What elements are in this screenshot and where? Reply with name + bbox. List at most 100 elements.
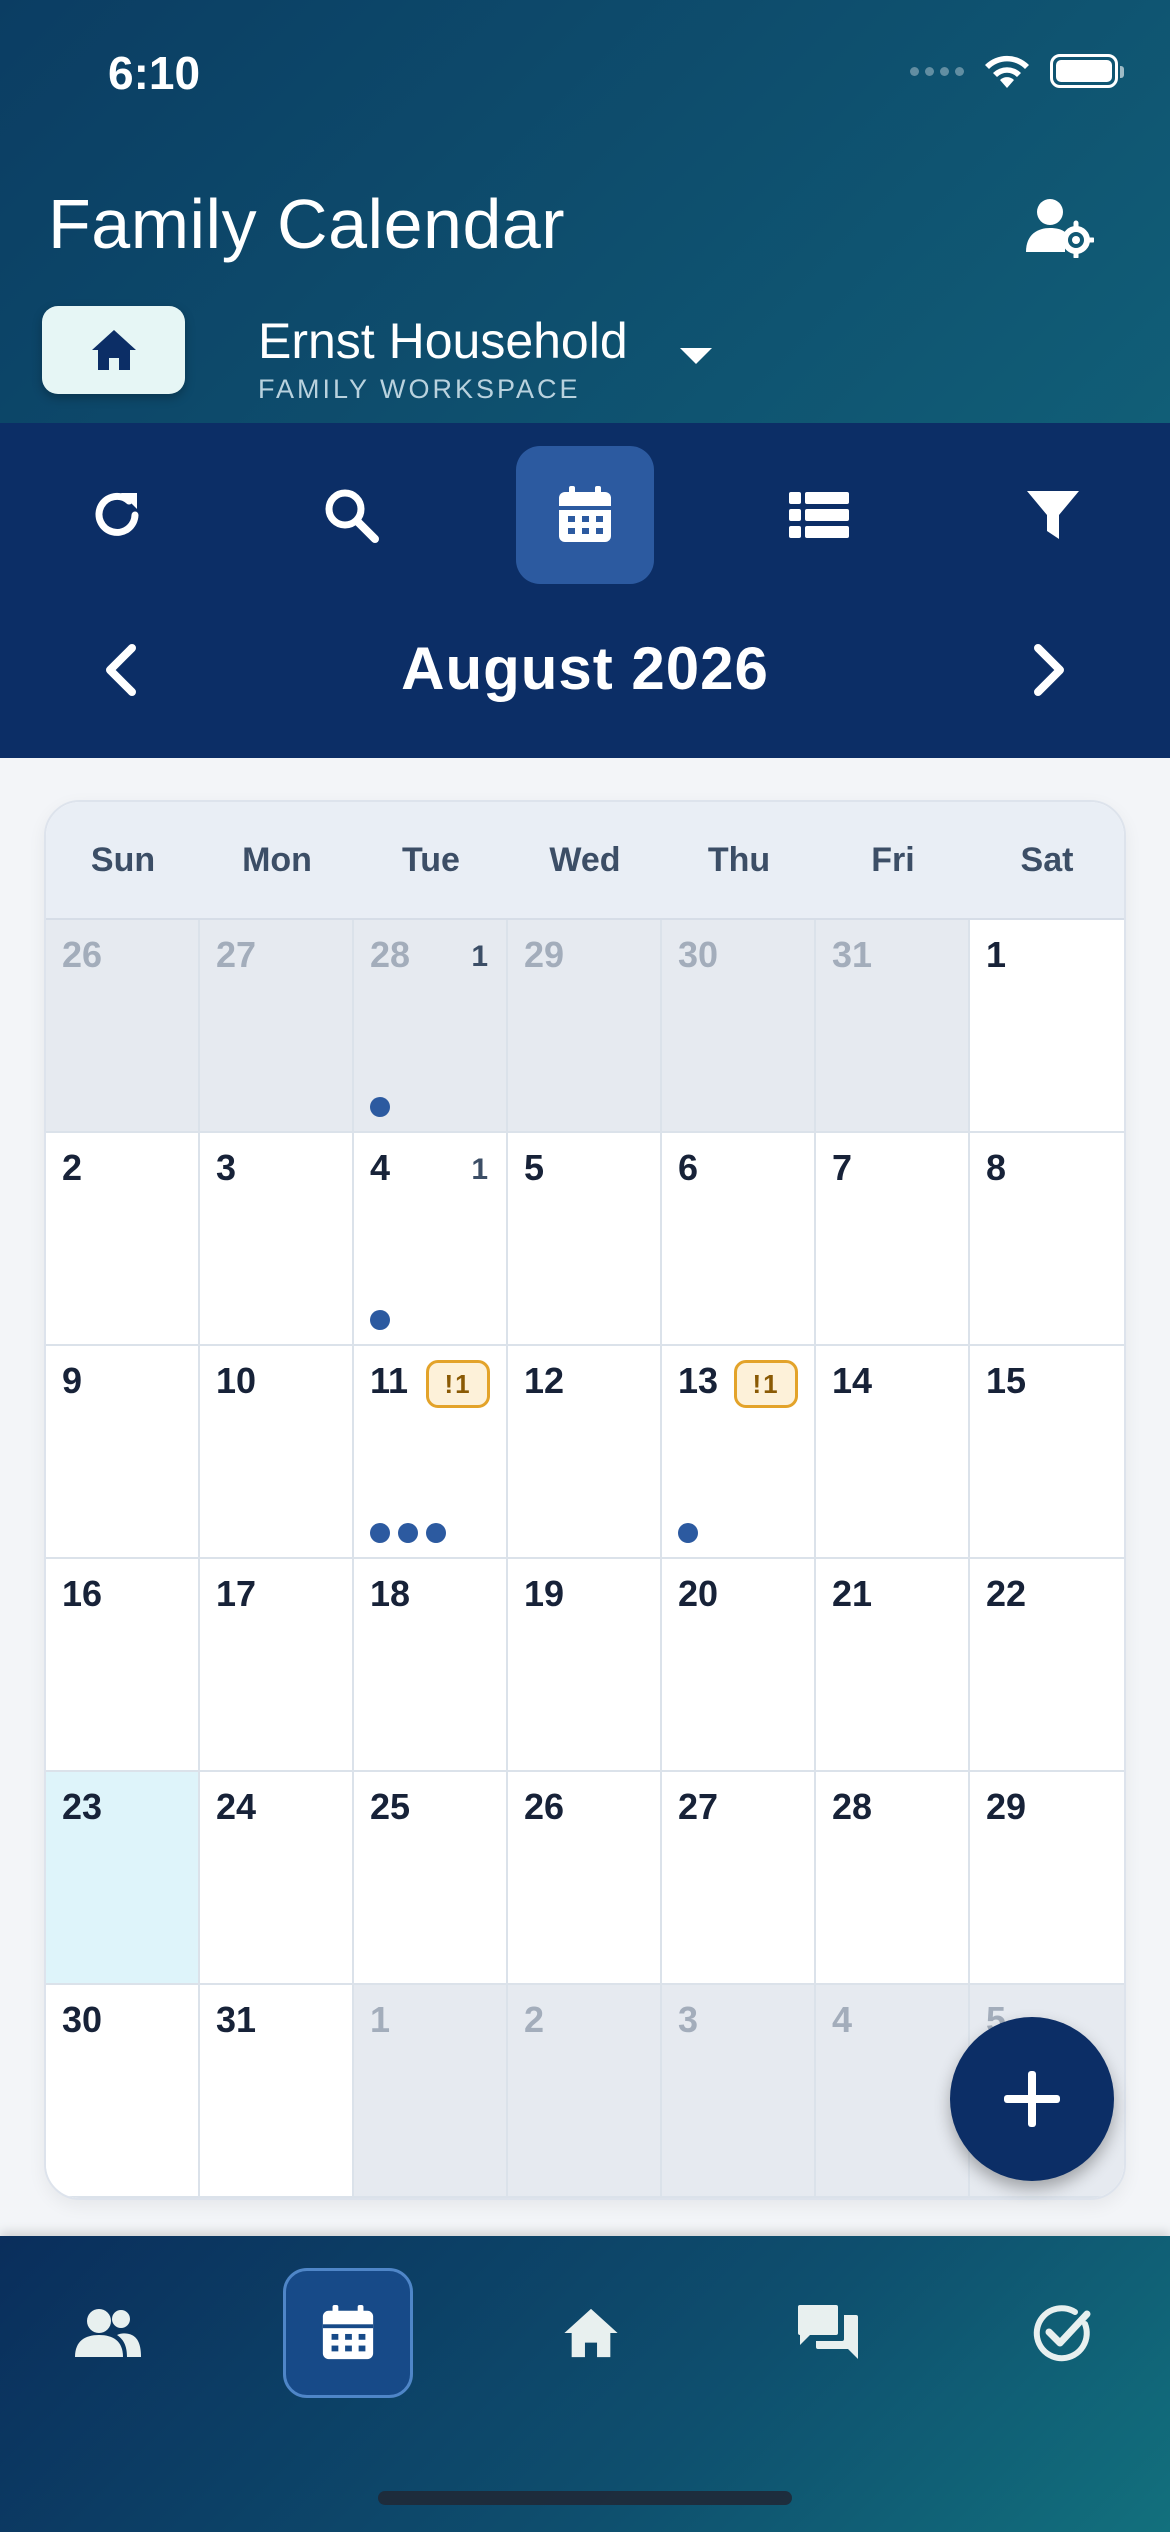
day-cell[interactable]: 15 [970, 1346, 1124, 1559]
day-number: 9 [62, 1360, 83, 1401]
tab-messages[interactable] [763, 2268, 893, 2398]
day-cell[interactable]: 7 [816, 1133, 970, 1346]
day-cell[interactable]: 3 [200, 1133, 354, 1346]
weekday-label: Tue [402, 840, 460, 879]
day-cell[interactable]: 26 [46, 920, 200, 1133]
tab-people[interactable] [43, 2268, 173, 2398]
day-cell[interactable]: 17 [200, 1559, 354, 1772]
day-number: 30 [62, 1999, 103, 2040]
day-cell[interactable]: 27 [662, 1772, 816, 1985]
month-title: August 2026 [401, 635, 769, 702]
day-cell[interactable]: 4 [816, 1985, 970, 2198]
day-number: 29 [524, 934, 565, 975]
day-cell[interactable]: 28 [816, 1772, 970, 1985]
day-cell[interactable]: 2 [46, 1133, 200, 1346]
day-cell[interactable]: 27 [200, 920, 354, 1133]
day-number: 13 [678, 1360, 719, 1401]
weekday-header: Sun Mon Tue Wed Thu Fri Sat [46, 802, 1124, 920]
home-workspace-button[interactable] [42, 306, 185, 394]
user-gear-icon [1026, 199, 1096, 260]
day-cell[interactable]: 21 [816, 1559, 970, 1772]
day-cell[interactable]: 18 [354, 1559, 508, 1772]
day-cell[interactable]: 22 [970, 1559, 1124, 1772]
day-cell[interactable]: 28 1 [354, 920, 508, 1133]
day-cell[interactable]: 8 [970, 1133, 1124, 1346]
day-number: 28 [832, 1786, 873, 1827]
day-cell[interactable]: 24 [200, 1772, 354, 1985]
event-dot [370, 1310, 390, 1330]
day-number: 29 [986, 1786, 1027, 1827]
day-cell[interactable]: 29 [970, 1772, 1124, 1985]
event-dots [370, 1097, 390, 1117]
day-number: 3 [216, 1147, 237, 1188]
day-cell[interactable]: 3 [662, 1985, 816, 2198]
day-cell[interactable]: 29 [508, 920, 662, 1133]
day-cell[interactable]: 31 [200, 1985, 354, 2198]
event-dot [370, 1097, 390, 1117]
day-cell[interactable]: 25 [354, 1772, 508, 1985]
home-icon [91, 330, 136, 370]
day-cell[interactable]: 1 [354, 1985, 508, 2198]
day-number: 21 [832, 1573, 873, 1614]
priority-badge: !1 [426, 1360, 490, 1408]
calendar-view-button[interactable] [516, 446, 654, 584]
day-number: 3 [678, 1999, 699, 2040]
day-number: 1 [370, 1999, 391, 2040]
day-cell[interactable]: 5 [508, 1133, 662, 1346]
day-number: 12 [524, 1360, 565, 1401]
list-icon [789, 492, 849, 538]
tab-calendar[interactable] [283, 2268, 413, 2398]
day-number: 18 [370, 1573, 411, 1614]
day-number: 20 [678, 1573, 719, 1614]
add-event-button[interactable] [950, 2017, 1114, 2181]
day-cell[interactable]: 31 [816, 920, 970, 1133]
day-cell[interactable]: 1 [970, 920, 1124, 1133]
day-number: 19 [524, 1573, 565, 1614]
event-dot [370, 1523, 390, 1543]
day-cell[interactable]: 20 [662, 1559, 816, 1772]
day-cell[interactable]: 30 [46, 1985, 200, 2198]
wifi-icon [985, 55, 1029, 88]
day-cell[interactable]: 30 [662, 920, 816, 1133]
day-cell[interactable]: 9 [46, 1346, 200, 1559]
event-dot [426, 1523, 446, 1543]
day-number: 16 [62, 1573, 103, 1614]
day-cell[interactable]: 6 [662, 1133, 816, 1346]
status-icons [910, 52, 1124, 90]
day-cell[interactable]: 14 [816, 1346, 970, 1559]
next-month-button[interactable] [1018, 640, 1078, 700]
search-button[interactable] [282, 446, 420, 584]
day-number: 24 [216, 1786, 257, 1827]
day-cell[interactable]: 16 [46, 1559, 200, 1772]
day-cell[interactable]: 11 !1 [354, 1346, 508, 1559]
event-dot [398, 1523, 418, 1543]
user-settings-button[interactable] [1024, 194, 1096, 260]
day-cell[interactable]: 19 [508, 1559, 662, 1772]
tab-tasks[interactable] [997, 2268, 1127, 2398]
tab-home[interactable] [526, 2268, 656, 2398]
day-number: 8 [986, 1147, 1007, 1188]
day-number: 30 [678, 934, 719, 975]
workspace-selector[interactable]: Ernst Household FAMILY WORKSPACE [258, 312, 628, 405]
day-number: 26 [524, 1786, 565, 1827]
day-number: 25 [370, 1786, 411, 1827]
list-view-button[interactable] [750, 446, 888, 584]
day-cell-today[interactable]: 23 [46, 1772, 200, 1985]
home-indicator [378, 2491, 792, 2505]
event-dots [370, 1523, 446, 1543]
day-cell[interactable]: 12 [508, 1346, 662, 1559]
chevron-down-icon[interactable] [680, 348, 712, 364]
day-cell[interactable]: 41 [354, 1133, 508, 1346]
day-cell[interactable]: 10 [200, 1346, 354, 1559]
chevron-right-icon [1034, 644, 1064, 696]
day-cell[interactable]: 2 [508, 1985, 662, 2198]
refresh-button[interactable] [48, 446, 186, 584]
chat-icon [798, 2305, 858, 2359]
status-time: 6:10 [108, 47, 201, 99]
refresh-icon [95, 492, 139, 536]
day-number: 27 [678, 1786, 719, 1827]
day-cell[interactable]: 13 !1 [662, 1346, 816, 1559]
filter-button[interactable] [984, 446, 1122, 584]
day-number: 26 [62, 934, 103, 975]
day-cell[interactable]: 26 [508, 1772, 662, 1985]
